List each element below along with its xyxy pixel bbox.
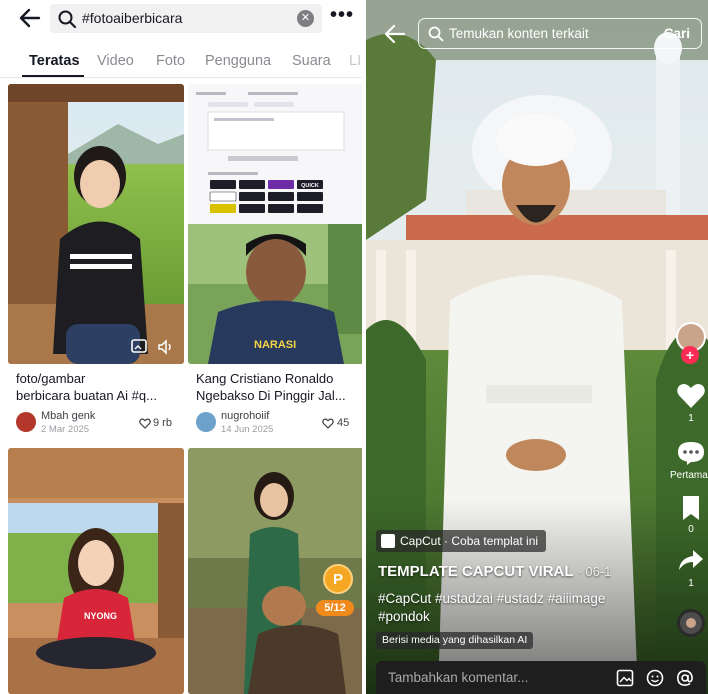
avatar[interactable] <box>16 412 36 432</box>
related-search-placeholder: Temukan konten terkait <box>449 26 589 41</box>
girl-on-porch-image <box>8 84 184 364</box>
comment-bubble-icon[interactable] <box>677 440 705 466</box>
coin-letter: P <box>332 571 343 588</box>
coin-badge-icon: P <box>323 564 353 594</box>
capcut-label: CapCut · Coba templat ini <box>400 534 539 548</box>
mention-at-icon[interactable] <box>676 669 694 687</box>
capcut-logo-icon <box>381 534 395 548</box>
photo-counter: 5/12 <box>316 600 354 616</box>
back-arrow-icon[interactable] <box>18 7 42 29</box>
more-options-icon[interactable]: ••• <box>330 5 353 25</box>
screen: #fotoaiberbicara ✕ ••• Teratas Video Fot… <box>0 0 708 694</box>
speaker-icon <box>158 339 171 355</box>
comment-input-bar[interactable]: Tambahkan komentar... <box>376 661 706 694</box>
share-count: 1 <box>688 578 694 589</box>
comment-label: Pertama <box>670 470 708 481</box>
tab-live[interactable]: LI <box>349 53 361 69</box>
photo-mode-icon <box>131 339 147 353</box>
like-count: 45 <box>337 417 350 429</box>
capcut-template-chip[interactable]: CapCut · Coba templat ini <box>376 530 547 552</box>
video-title-text: TEMPLATE CAPCUT VIRAL <box>378 563 574 580</box>
video-title: TEMPLATE CAPCUT VIRAL · 06-1 <box>378 563 611 580</box>
heart-icon <box>322 418 334 429</box>
template-and-man-image: QUICK <box>188 84 362 364</box>
search-input[interactable]: #fotoaiberbicara ✕ <box>50 4 322 33</box>
like-heart-icon[interactable] <box>676 382 706 410</box>
like-count: 1 <box>688 413 694 424</box>
result-title-line2: Ngebakso Di Pinggir Jal... <box>196 388 346 403</box>
shirt-print-text: NYONG <box>84 611 118 621</box>
like-count: 9 rb <box>153 417 172 429</box>
tab-video[interactable]: Video <box>97 53 134 69</box>
active-tab-indicator <box>22 75 84 77</box>
author-name[interactable]: Mbah genk <box>41 410 95 422</box>
result-title-line1: foto/gambar <box>16 371 86 386</box>
result-thumbnail[interactable]: P 5/12 <box>188 448 362 694</box>
result-title-line2: berbicara buatan Ai #q... <box>16 388 157 403</box>
result-card-3[interactable]: NYONG <box>8 448 184 694</box>
share-arrow-icon[interactable] <box>678 548 704 572</box>
image-icon[interactable] <box>616 669 634 687</box>
search-topbar: #fotoaiberbicara ✕ ••• <box>0 0 362 38</box>
video-hashtags[interactable]: #CapCut #ustadzai #ustadz #aiiimage #pon… <box>378 590 658 626</box>
result-thumbnail[interactable]: QUICK NARASI <box>188 84 362 364</box>
template-tag-quick: QUICK <box>301 183 319 189</box>
result-thumbnail[interactable] <box>8 84 184 364</box>
sticker-icon[interactable] <box>646 669 664 687</box>
bookmark-icon[interactable] <box>681 495 701 521</box>
search-query: #fotoaiberbicara <box>82 10 183 26</box>
clear-icon[interactable]: ✕ <box>297 10 314 27</box>
post-date: 14 Jun 2025 <box>221 424 274 435</box>
ai-generated-badge: Berisi media yang dihasilkan AI <box>376 632 534 649</box>
heart-icon <box>139 418 151 429</box>
comment-input[interactable]: Tambahkan komentar... <box>388 670 528 685</box>
avatar[interactable] <box>196 412 216 432</box>
back-arrow-icon[interactable] <box>384 24 406 44</box>
tab-teratas[interactable]: Teratas <box>29 53 80 69</box>
result-title-line1: Kang Cristiano Ronaldo <box>196 371 334 386</box>
result-card-2[interactable]: QUICK NARASI Kang Cristiano Ronaldo Ngeb… <box>188 84 362 440</box>
search-tabs: Teratas Video Foto Pengguna Suara LI <box>0 44 362 78</box>
music-disc-icon[interactable] <box>677 609 705 637</box>
result-card-1[interactable]: foto/gambar berbicara buatan Ai #q... Mb… <box>8 84 184 440</box>
post-date: 2 Mar 2025 <box>41 424 90 435</box>
follow-plus-icon[interactable]: + <box>681 346 699 364</box>
search-icon <box>58 10 77 29</box>
tab-suara[interactable]: Suara <box>292 53 331 69</box>
related-search-input[interactable]: Temukan konten terkait Cari <box>418 18 702 49</box>
tab-foto[interactable]: Foto <box>156 53 185 69</box>
search-submit-button[interactable]: Cari <box>664 26 690 41</box>
save-count: 0 <box>688 524 694 535</box>
search-icon <box>428 26 444 42</box>
girl-in-red-shirt-image <box>8 448 184 694</box>
video-timestamp: · 06-1 <box>577 564 612 579</box>
video-player-panel: Temukan konten terkait Cari + 1 Pertama … <box>366 0 708 694</box>
result-card-4[interactable]: P 5/12 <box>188 448 362 694</box>
tab-pengguna[interactable]: Pengguna <box>205 53 271 69</box>
video-caption-overlay: NARASI <box>254 339 297 351</box>
author-name[interactable]: nugrohoiif <box>221 410 269 422</box>
result-thumbnail[interactable]: NYONG <box>8 448 184 694</box>
search-results-panel: #fotoaiberbicara ✕ ••• Teratas Video Fot… <box>0 0 362 694</box>
